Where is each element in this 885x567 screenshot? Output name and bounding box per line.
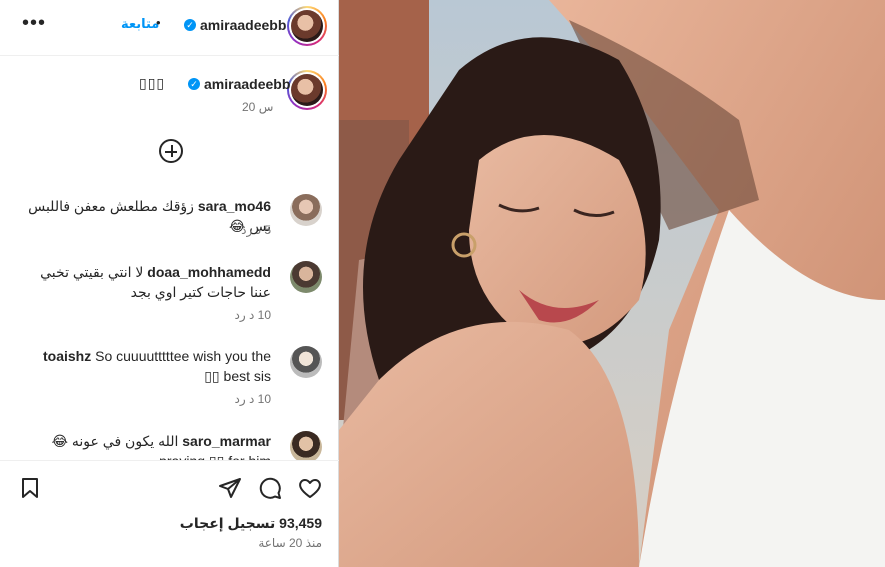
more-options-icon[interactable]: ••• <box>22 13 46 33</box>
post-viewer: ••• متابعة • ✓ amiraadeebb ✓ amiraadeebb ▯… <box>0 0 885 567</box>
comment-username[interactable]: toaishz <box>43 348 91 364</box>
comment-meta[interactable]: 5 د رد <box>241 223 271 237</box>
caption-avatar[interactable] <box>287 70 327 110</box>
comment-avatar[interactable] <box>290 431 322 460</box>
author-avatar[interactable] <box>287 6 327 46</box>
comment-text: sara_mo46 زؤقك مطلعش معفن فاللبس بس 😂 <box>28 198 271 234</box>
comment-avatar[interactable] <box>290 261 322 293</box>
verified-badge-icon: ✓ <box>184 19 196 32</box>
caption-username-text[interactable]: amiraadeebb <box>204 76 290 92</box>
comment-text: saro_marmar الله يكون في عونه 😂 praying … <box>51 433 271 460</box>
action-bar: 93,459 تسجيل إعجاب منذ 20 ساعة <box>0 460 339 567</box>
comments-list: sara_mo46 زؤقك مطلعش معفن فاللبس بس 😂 5 … <box>0 180 339 460</box>
likes-count[interactable]: 93,459 تسجيل إعجاب <box>180 515 322 532</box>
comment-icon[interactable] <box>258 476 282 500</box>
verified-badge-icon: ✓ <box>188 78 200 91</box>
comment-avatar[interactable] <box>290 194 322 226</box>
comment-meta[interactable]: 10 د رد <box>234 392 271 406</box>
comment-text: toaishz So cuuuutttttee wish you the bes… <box>42 348 271 384</box>
post-photo[interactable] <box>339 0 885 567</box>
comment-username[interactable]: sara_mo46 <box>198 198 271 214</box>
comment-avatar[interactable] <box>290 346 322 378</box>
comment-text: doaa_mohhamedd لا انتي بقيتي تخبي عننا ح… <box>40 264 271 300</box>
bookmark-icon[interactable] <box>18 476 42 500</box>
caption-text: ▯▯▯ <box>139 75 166 91</box>
author-username[interactable]: ✓ amiraadeebb <box>184 17 286 33</box>
post-image <box>339 0 885 567</box>
comment-username[interactable]: doaa_mohhamedd <box>147 264 271 280</box>
author-username-text[interactable]: amiraadeebb <box>200 17 286 33</box>
comment-meta[interactable]: 10 د رد <box>234 308 271 322</box>
caption-username[interactable]: ✓ amiraadeebb <box>188 76 290 92</box>
follow-button[interactable]: متابعة <box>121 16 159 32</box>
caption-time: 20 س <box>242 100 274 114</box>
post-time-ago: منذ 20 ساعة <box>258 536 322 550</box>
heart-icon[interactable] <box>298 476 322 500</box>
comment-username[interactable]: saro_marmar <box>182 433 271 449</box>
share-icon[interactable] <box>218 476 242 500</box>
post-side-panel: ••• متابعة • ✓ amiraadeebb ✓ amiraadeebb ▯… <box>0 0 339 567</box>
separator-dot: • <box>156 15 161 30</box>
load-more-comments-icon[interactable] <box>159 139 183 163</box>
post-header: ••• متابعة • ✓ amiraadeebb <box>0 0 339 56</box>
